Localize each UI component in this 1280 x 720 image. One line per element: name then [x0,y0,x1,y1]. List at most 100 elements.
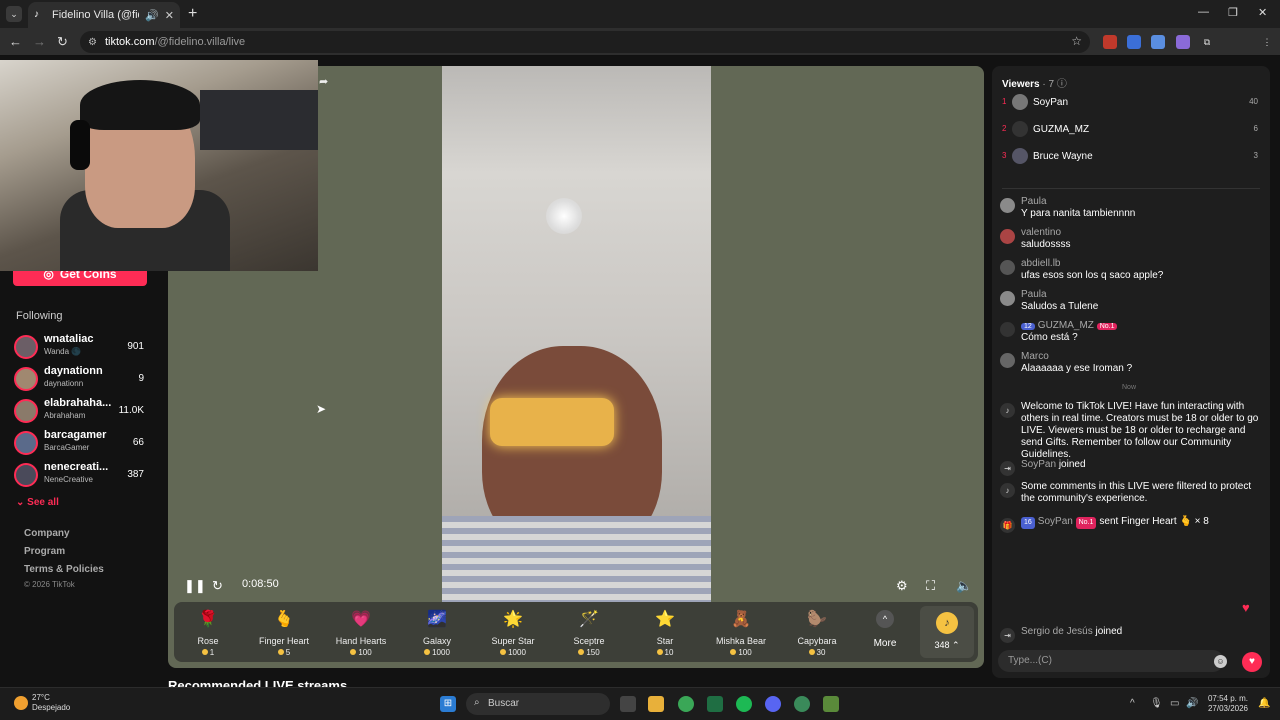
extension-shield-icon[interactable] [1151,35,1165,49]
taskbar-search[interactable]: ⌕ Buscar [466,693,610,715]
minimize-icon[interactable]: — [1198,6,1209,18]
gift-name: Rose [197,636,219,646]
new-tab-icon[interactable]: + [188,5,197,23]
gift-rose[interactable]: 🌹 Rose 1 [170,606,246,660]
address-bar[interactable]: ⚙ tiktok.com/@fidelino.villa/live ☆ [80,31,1090,53]
extension-fox-icon[interactable] [1103,35,1117,49]
capybara-icon: 🦫 [807,611,827,628]
extension-cloud-icon[interactable] [1176,35,1190,49]
following-item[interactable]: elabrahaha... Abrahaham 11.0K [14,397,154,425]
avatar [1012,94,1028,110]
rose-icon: 🌹 [198,611,218,628]
more-gifts-button[interactable]: ^ More [870,610,900,649]
gift-star[interactable]: ⭐ Star 10 [627,606,703,660]
gift-price: 100 [703,648,779,657]
following-sub: Wanda 🌑 [44,347,82,356]
following-item[interactable]: nenecreati... NeneCreative 387 [14,461,154,489]
live-video-frame [442,66,711,602]
file-explorer-icon[interactable] [648,696,664,712]
menu-kebab-icon[interactable]: ⋮ [1260,35,1274,49]
reload-icon[interactable]: ↻ [57,34,68,50]
app-icon[interactable] [794,696,810,712]
share-icon[interactable]: ➦ [319,75,335,91]
following-name: elabrahaha... [44,397,112,409]
galaxy-icon: 🌌 [427,611,447,628]
viewer-row[interactable]: 3 Bruce Wayne 3 [1002,148,1264,166]
gift-galaxy[interactable]: 🌌 Galaxy 1000 [399,606,475,660]
gift-capybara[interactable]: 🦫 Capybara 30 [779,606,855,660]
following-name: wnataliac [44,333,94,345]
viewer-row[interactable]: 1 SoyPan 40 [1002,94,1264,112]
avatar [1012,148,1028,164]
gift-hand-hearts[interactable]: 💗 Hand Hearts 100 [323,606,399,660]
gift-price: 100 [323,648,399,657]
rank-badge: No.1 [1096,323,1118,330]
search-icon: ⌕ [474,697,480,708]
avatar [1000,291,1015,306]
pause-icon[interactable]: ❚❚ [184,578,206,594]
site-info-icon[interactable]: ⚙ [88,37,97,48]
browser-tabbar: ⌄ ♪ Fidelino Villa (@fidelino.vill 🔊 ✕ +… [0,0,1280,28]
mute-tab-icon[interactable]: 🔊 [145,9,159,22]
fullscreen-icon[interactable]: ⛶ [926,578,935,594]
striped-shirt [442,516,711,602]
notifications-icon[interactable]: 🔔 [1258,698,1270,709]
floating-heart-icon: ♥ [1242,600,1250,615]
windows-taskbar: 27°C Despejado ⊞ ⌕ Buscar ^ 🎙 ▭ 🔊 07:54 p.… [0,687,1280,720]
network-icon[interactable]: ▭ [1170,698,1179,709]
task-view-icon[interactable] [620,696,636,712]
windows-start-icon[interactable]: ⊞ [440,696,456,712]
like-heart-button[interactable]: ♥ [1242,652,1262,672]
spotify-icon[interactable] [736,696,752,712]
maximize-icon[interactable]: ❐ [1228,6,1238,19]
gift-price: 30 [779,648,855,657]
gift-price: 10 [627,648,703,657]
program-link[interactable]: Program [24,546,65,557]
excel-icon[interactable] [707,696,723,712]
following-item[interactable]: barcagamer BarcaGamer 66 [14,429,154,457]
emoji-icon[interactable]: ☺ [1214,655,1227,668]
settings-gear-icon[interactable]: ⚙ [896,578,908,594]
tray-chevron-icon[interactable]: ^ [1130,698,1135,709]
microphone-icon[interactable]: 🎙 [1150,698,1163,709]
bookmark-star-icon[interactable]: ☆ [1071,34,1082,48]
viewer-count: 901 [127,341,144,352]
gift-finger-heart[interactable]: 🫰 Finger Heart 5 [246,606,322,660]
hand-hearts-icon: 💗 [351,611,371,628]
following-item[interactable]: daynationn daynationn 9 [14,365,154,393]
weather-widget[interactable]: 27°C Despejado [14,693,70,713]
viewers-title: Viewers · 7 ⓘ [1002,79,1067,90]
gift-sceptre[interactable]: 🪄 Sceptre 150 [551,606,627,660]
coin-balance[interactable]: ♪ 348 ⌃ [920,606,974,658]
close-window-icon[interactable]: ✕ [1258,6,1267,19]
speaker-icon[interactable]: 🔊 [1186,698,1198,709]
level-badge: 16 [1021,517,1035,529]
gift-super-star[interactable]: 🌟 Super Star 1000 [475,606,551,660]
webcam-headset [70,120,90,170]
gift-mishka-bear[interactable]: 🧸 Mishka Bear 100 [703,606,779,660]
minecraft-icon[interactable] [823,696,839,712]
following-item[interactable]: wnataliac Wanda 🌑 901 [14,333,154,361]
close-tab-icon[interactable]: ✕ [165,9,174,22]
see-all-link[interactable]: ⌄ See all [16,497,59,508]
viewer-count: 9 [138,373,144,384]
browser-tab[interactable]: ♪ Fidelino Villa (@fidelino.vill 🔊 ✕ [28,2,180,28]
extensions-puzzle-icon[interactable]: ⧉ [1200,35,1214,49]
forward-icon[interactable]: → [33,34,46,49]
back-icon[interactable]: ← [9,34,22,49]
volume-icon[interactable]: 🔈 [956,578,972,594]
chrome-icon[interactable] [678,696,694,712]
avatar [1000,353,1015,368]
discord-icon[interactable] [765,696,781,712]
terms-link[interactable]: Terms & Policies [24,564,104,575]
system-clock[interactable]: 07:54 p. m. 27/03/2026 [1198,694,1248,714]
mouse-cursor-icon: ➤ [316,402,327,416]
chat-input[interactable]: Type...(C) [998,650,1224,672]
tab-search-icon[interactable]: ⌄ [6,6,22,22]
company-link[interactable]: Company [24,528,70,539]
refresh-icon[interactable]: ↻ [212,578,223,594]
copyright: © 2026 TikTok [24,580,75,589]
viewer-row[interactable]: 2 GUZMA_MZ 6 [1002,121,1264,139]
extension-translate-icon[interactable] [1127,35,1141,49]
info-icon: ⓘ [1056,79,1067,90]
